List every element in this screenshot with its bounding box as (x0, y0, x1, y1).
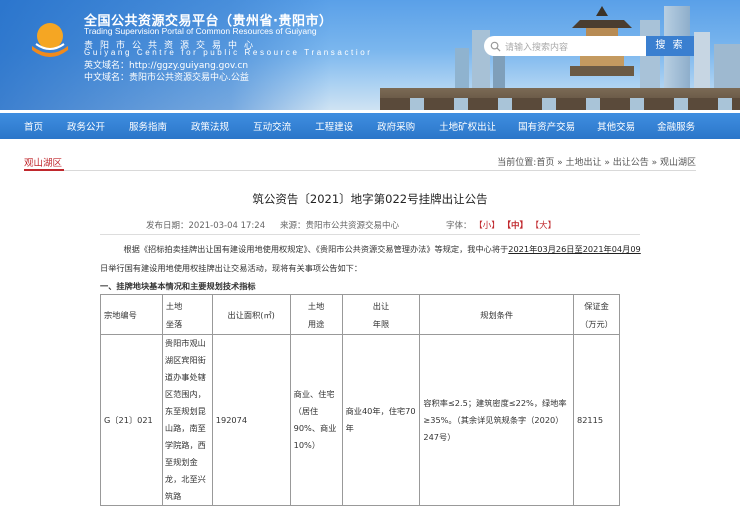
start-date: 2021年03月26日 (508, 244, 575, 254)
para-text: 至 (574, 244, 583, 254)
cell-area: 192074 (211, 334, 291, 506)
search-button[interactable]: 搜 索 (646, 36, 694, 56)
divider (100, 234, 640, 235)
main-nav: 首页 政务公开 服务指南 政策法规 互动交流 工程建设 政府采购 土地矿权出让 … (0, 113, 740, 139)
cell-use: 商业、住宅（居住90%、商业10%） (289, 334, 343, 506)
nav-item-interaction[interactable]: 互动交流 (253, 119, 291, 133)
font-medium-button[interactable]: 【中】 (502, 221, 528, 231)
site-subtitle-en: Guiyang Centre for public Resource Trans… (84, 48, 373, 57)
bridge-arches (380, 98, 740, 110)
nav-item-gov-affairs[interactable]: 政务公开 (67, 119, 105, 133)
domain-cn-text: 中文域名：贵阳市公共资源交易中心.公益 (84, 73, 249, 83)
section-title: 观山湖区 (24, 158, 63, 169)
font-size-label: 字体： (446, 221, 472, 231)
col-header-deposit: 保证金 （万元） (572, 294, 621, 335)
nav-item-state-assets[interactable]: 国有资产交易 (518, 119, 575, 133)
section-underline (24, 169, 64, 171)
article-source: 来源：贵阳市公共资源交易中心 (280, 221, 400, 231)
cell-term: 商业40年，住宅70年 (341, 334, 421, 506)
announcement-paragraph: 根据《招标拍卖挂牌出让国有建设用地使用权规定》、《贵阳市公共资源交易管理办法》等… (100, 243, 640, 255)
col-header-parcel-no: 宗地编号 (100, 294, 163, 335)
font-small-button[interactable]: 【小】 (474, 221, 500, 231)
nav-item-other-trading[interactable]: 其他交易 (597, 119, 635, 133)
col-header-term: 出让 年限 (341, 294, 421, 335)
breadcrumb[interactable]: 当前位置:首页 » 土地出让 » 出让公告 » 观山湖区 (497, 155, 696, 168)
nav-item-finance[interactable]: 金融服务 (657, 119, 695, 133)
nav-item-land-mining[interactable]: 土地矿权出让 (439, 119, 496, 133)
header-banner: 全国公共资源交易平台（贵州省·贵阳市） Trading Supervision … (0, 0, 740, 110)
search-input[interactable]: 请输入搜索内容 (484, 36, 646, 56)
nav-item-service-guide[interactable]: 服务指南 (129, 119, 167, 133)
nav-item-procurement[interactable]: 政府采购 (377, 119, 415, 133)
table-row: G〔21〕021 贵阳市观山湖区宾阳街道办事处辖区范围内，东至规划昆山路，南至学… (100, 334, 621, 506)
logo-icon[interactable] (26, 20, 74, 62)
font-size-control: 字体： 【小】 【中】 【大】 (446, 219, 556, 231)
section-heading: 一、挂牌地块基本情况和主要规划技术指标 (100, 281, 256, 291)
cell-location: 贵阳市观山湖区宾阳街道办事处辖区范围内，东至规划昆山路，南至学院路，西至规划金龙… (161, 334, 213, 506)
para-text: 根据《招标拍卖挂牌出让国有建设用地使用权规定》、《贵阳市公共资源交易管理办法》等… (123, 244, 509, 254)
nav-item-engineering[interactable]: 工程建设 (315, 119, 353, 133)
announcement-paragraph: 日举行国有建设用地使用权挂牌出让交易活动，现将有关事项公告如下： (100, 263, 363, 273)
col-header-area: 出让面积(㎡) (211, 294, 291, 335)
publish-date: 发布日期：2021-03-04 17:24 (146, 221, 266, 231)
col-header-location: 土地 坐落 (161, 294, 213, 335)
site-title-en: Trading Supervision Portal of Common Res… (84, 26, 317, 36)
table-header-row: 宗地编号 土地 坐落 出让面积(㎡) 土地 用途 出让 年限 规划条件 保证金 （万元） (100, 294, 621, 335)
font-large-button[interactable]: 【大】 (531, 221, 557, 231)
search-icon (490, 41, 501, 52)
search-placeholder: 请输入搜索内容 (505, 42, 569, 53)
cell-deposit: 82115 (572, 334, 621, 506)
nav-item-policy[interactable]: 政策法规 (191, 119, 229, 133)
col-header-use: 土地 用途 (289, 294, 343, 335)
col-header-conditions: 规划条件 (419, 294, 574, 335)
breadcrumb-bar: 观山湖区 当前位置:首页 » 土地出让 » 出让公告 » 观山湖区 (24, 151, 696, 171)
parcel-table: 宗地编号 土地 坐落 出让面积(㎡) 土地 用途 出让 年限 规划条件 保证金 （万元）… (100, 294, 621, 506)
end-date: 2021年04月09 (582, 244, 641, 254)
cell-conditions: 容积率≤2.5；建筑密度≤22%，绿地率≥35%。（其余详见筑规条字（2020）… (419, 334, 574, 506)
nav-item-home[interactable]: 首页 (24, 119, 43, 133)
article-title: 筑公资告〔2021〕地字第022号挂牌出让公告 (252, 192, 488, 206)
cell-parcel-no: G〔21〕021 (100, 334, 163, 506)
